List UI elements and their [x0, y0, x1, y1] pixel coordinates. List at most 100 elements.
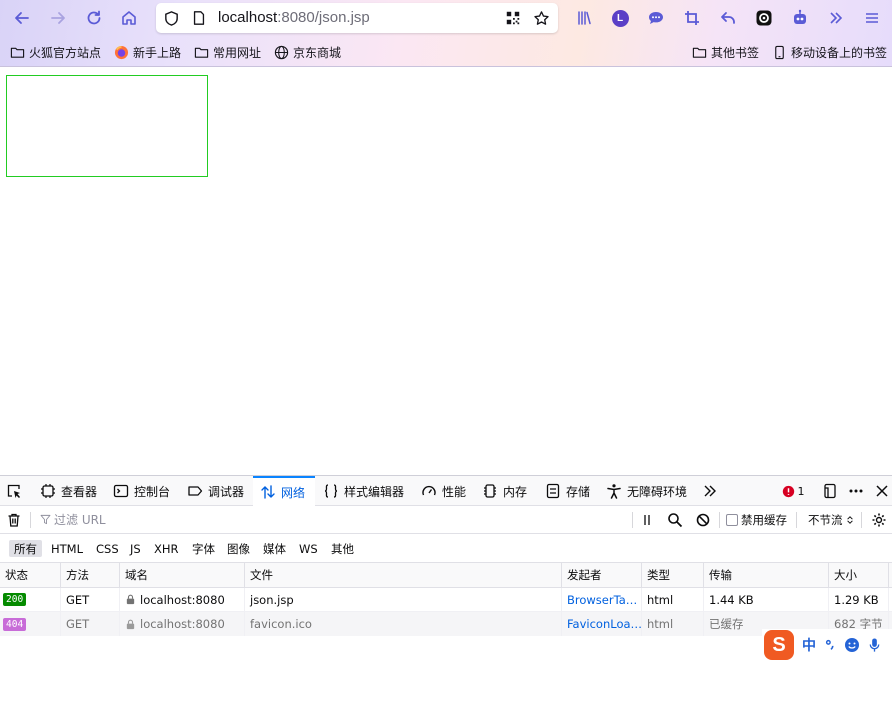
ime-logo[interactable]: S — [764, 630, 794, 660]
more-tabs-button[interactable] — [701, 482, 719, 500]
robot-extension-button[interactable] — [786, 4, 814, 32]
column-header-domain[interactable]: 域名 — [120, 563, 245, 587]
emoji-icon[interactable] — [844, 637, 860, 653]
menu-button[interactable] — [858, 4, 886, 32]
shield-icon[interactable] — [162, 9, 180, 27]
undo-button[interactable] — [714, 4, 742, 32]
profile-button[interactable]: L — [606, 4, 634, 32]
block-urls-button[interactable] — [694, 511, 712, 529]
column-header-method[interactable]: 方法 — [61, 563, 120, 587]
clear-requests-button[interactable] — [5, 511, 23, 529]
initiator-cell[interactable]: FaviconLoa… — [562, 612, 642, 636]
tab-label: 调试器 — [208, 484, 245, 499]
divider — [719, 512, 720, 528]
disable-cache-toggle[interactable]: 禁用缓存 — [726, 512, 787, 528]
status-cell: 200 — [0, 588, 61, 611]
overflow-button[interactable] — [822, 4, 850, 32]
disable-cache-checkbox[interactable] — [726, 514, 738, 526]
devtools-options-button[interactable] — [847, 482, 865, 500]
bookmark-item[interactable]: 火狐官方站点 — [10, 43, 101, 61]
tab-style-editor[interactable]: 样式编辑器 — [323, 476, 404, 506]
forward-button[interactable] — [44, 4, 72, 32]
network-settings-button[interactable] — [870, 511, 888, 529]
tab-label: 控制台 — [134, 484, 171, 499]
screenshot-button[interactable] — [678, 4, 706, 32]
firefox-icon — [114, 45, 129, 59]
type-filter-all[interactable]: 所有 — [9, 540, 42, 557]
tab-accessibility[interactable]: 无障碍环境 — [606, 476, 687, 506]
type-filter-xhr[interactable]: XHR — [149, 540, 184, 557]
error-count-badge[interactable]: 1 — [780, 482, 806, 500]
close-icon — [876, 485, 888, 497]
extension-button[interactable] — [750, 4, 778, 32]
ime-mode-toggle[interactable]: 中 — [802, 635, 816, 655]
avatar-initial: L — [616, 12, 624, 24]
ellipsis-icon — [849, 489, 863, 493]
column-header-status[interactable]: 状态 — [0, 563, 61, 587]
other-bookmarks-item[interactable]: 其他书签 — [692, 43, 759, 61]
type-filter-css[interactable]: CSS — [91, 540, 124, 557]
microphone-icon[interactable] — [867, 637, 882, 653]
type-filter-js[interactable]: JS — [125, 540, 146, 557]
bookmark-item[interactable]: 京东商城 — [274, 43, 341, 61]
table-row[interactable]: 404 GET localhost:8080 favicon.ico Favic… — [0, 612, 892, 636]
tab-memory[interactable]: 内存 — [482, 476, 527, 506]
tab-network[interactable]: 网络 — [253, 476, 315, 506]
bookmark-label: 常用网址 — [213, 45, 262, 60]
tab-inspector[interactable]: 查看器 — [40, 476, 97, 506]
column-header-initiator[interactable]: 发起者 — [562, 563, 642, 587]
devtools-tab-bar: 查看器 控制台 调试器 网络 样式编辑器 性能 内存 存储 无障碍环境 1 — [0, 476, 892, 506]
method-cell: GET — [61, 588, 120, 611]
divider — [861, 512, 862, 528]
home-button[interactable] — [115, 4, 143, 32]
network-filter-bar: 禁用缓存 不节流 — [0, 506, 892, 534]
punctuation-icon[interactable] — [824, 638, 838, 652]
type-filter-other[interactable]: 其他 — [326, 540, 359, 557]
library-button[interactable] — [570, 4, 598, 32]
close-devtools-button[interactable] — [873, 482, 891, 500]
column-header-type[interactable]: 类型 — [642, 563, 704, 587]
column-header-file[interactable]: 文件 — [245, 563, 562, 587]
dock-icon — [824, 483, 836, 499]
page-icon[interactable] — [190, 9, 208, 27]
pick-element-button[interactable] — [5, 482, 23, 500]
tab-storage[interactable]: 存储 — [545, 476, 590, 506]
tab-performance[interactable]: 性能 — [421, 476, 466, 506]
url-text[interactable]: localhost:8080/json.jsp — [218, 9, 370, 26]
divider — [632, 512, 633, 528]
throttling-select[interactable]: 不节流 — [808, 512, 854, 528]
library-icon — [578, 11, 591, 25]
column-header-transferred[interactable]: 传输 — [704, 563, 829, 587]
dock-toggle-button[interactable] — [821, 482, 839, 500]
type-filter-html[interactable]: HTML — [46, 540, 88, 557]
status-cell: 404 — [0, 612, 61, 636]
initiator-cell[interactable]: BrowserTa… — [562, 588, 642, 611]
bookmark-label: 移动设备上的书签 — [791, 45, 888, 60]
star-icon[interactable] — [532, 9, 550, 27]
bookmark-item[interactable]: 常用网址 — [194, 43, 261, 61]
reload-button[interactable] — [80, 4, 108, 32]
folder-icon — [692, 47, 707, 58]
mobile-bookmarks-item[interactable]: 移动设备上的书签 — [772, 43, 887, 61]
domain-cell: localhost:8080 — [120, 588, 245, 611]
qr-code-icon[interactable] — [504, 9, 522, 27]
url-filter-input[interactable] — [40, 510, 628, 530]
tab-debugger[interactable]: 调试器 — [187, 476, 244, 506]
back-button[interactable] — [8, 4, 36, 32]
type-filter-images[interactable]: 图像 — [222, 540, 255, 557]
type-filter-fonts[interactable]: 字体 — [187, 540, 220, 557]
type-filter-ws[interactable]: WS — [294, 540, 323, 557]
search-button[interactable] — [666, 511, 684, 529]
type-filter-media[interactable]: 媒体 — [258, 540, 291, 557]
pause-recording-button[interactable] — [638, 511, 656, 529]
ime-toolbar[interactable]: S 中 — [762, 629, 892, 661]
column-header-size[interactable]: 大小 — [829, 563, 889, 587]
status-badge: 200 — [3, 593, 27, 606]
tab-label: 样式编辑器 — [344, 484, 405, 499]
url-bar[interactable]: localhost:8080/json.jsp — [156, 3, 558, 33]
request-type-filters: 所有 HTML CSS JS XHR 字体 图像 媒体 WS 其他 — [0, 534, 892, 563]
tab-console[interactable]: 控制台 — [113, 476, 170, 506]
table-row[interactable]: 200 GET localhost:8080 json.jsp BrowserT… — [0, 588, 892, 612]
bookmark-item[interactable]: 新手上路 — [114, 43, 181, 61]
chat-extension-button[interactable] — [642, 4, 670, 32]
